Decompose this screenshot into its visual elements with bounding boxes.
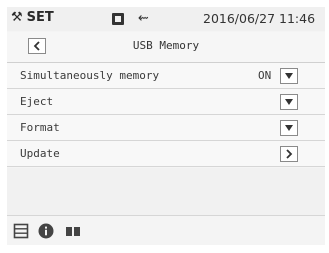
status-bar: ⚒ SET ⇜ 2016/06/27 11:46 — [7, 7, 325, 31]
row-update[interactable]: Update — [7, 141, 325, 167]
dropdown-button[interactable] — [280, 68, 298, 84]
row-format[interactable]: Format — [7, 115, 325, 141]
mode-indicator: ⚒ SET — [11, 10, 54, 25]
dropdown-arrow-icon — [285, 125, 293, 131]
row-label: Format — [20, 121, 60, 134]
row-simultaneously-memory[interactable]: Simultaneously memory ON — [7, 63, 325, 89]
mode-label: SET — [26, 10, 54, 25]
row-label: Eject — [20, 95, 54, 108]
dropdown-arrow-icon — [285, 73, 293, 79]
datetime: 2016/06/27 11:46 — [203, 11, 316, 26]
row-eject[interactable]: Eject — [7, 89, 325, 115]
dropdown-button[interactable] — [280, 120, 298, 136]
row-value: ON — [258, 69, 272, 82]
empty-list-area — [7, 168, 325, 216]
title-bar: USB Memory — [7, 32, 325, 63]
list-icon[interactable] — [13, 223, 29, 239]
pause-icon[interactable] — [64, 223, 82, 239]
usb-icon: ⇜ — [138, 11, 149, 26]
dropdown-arrow-icon — [285, 99, 293, 105]
dropdown-button[interactable] — [280, 94, 298, 110]
device-screen: ⚒ SET ⇜ 2016/06/27 11:46 USB Memory Simul… — [7, 7, 325, 245]
next-button[interactable] — [280, 146, 298, 162]
row-label: Simultaneously memory — [20, 69, 160, 82]
chevron-right-icon — [286, 149, 293, 159]
sd-card-icon — [112, 13, 124, 25]
info-icon[interactable] — [38, 223, 54, 239]
wrench-icon: ⚒ — [11, 10, 23, 25]
bottom-bar — [7, 217, 325, 245]
row-label: Update — [20, 147, 60, 160]
page-title: USB Memory — [132, 39, 200, 52]
